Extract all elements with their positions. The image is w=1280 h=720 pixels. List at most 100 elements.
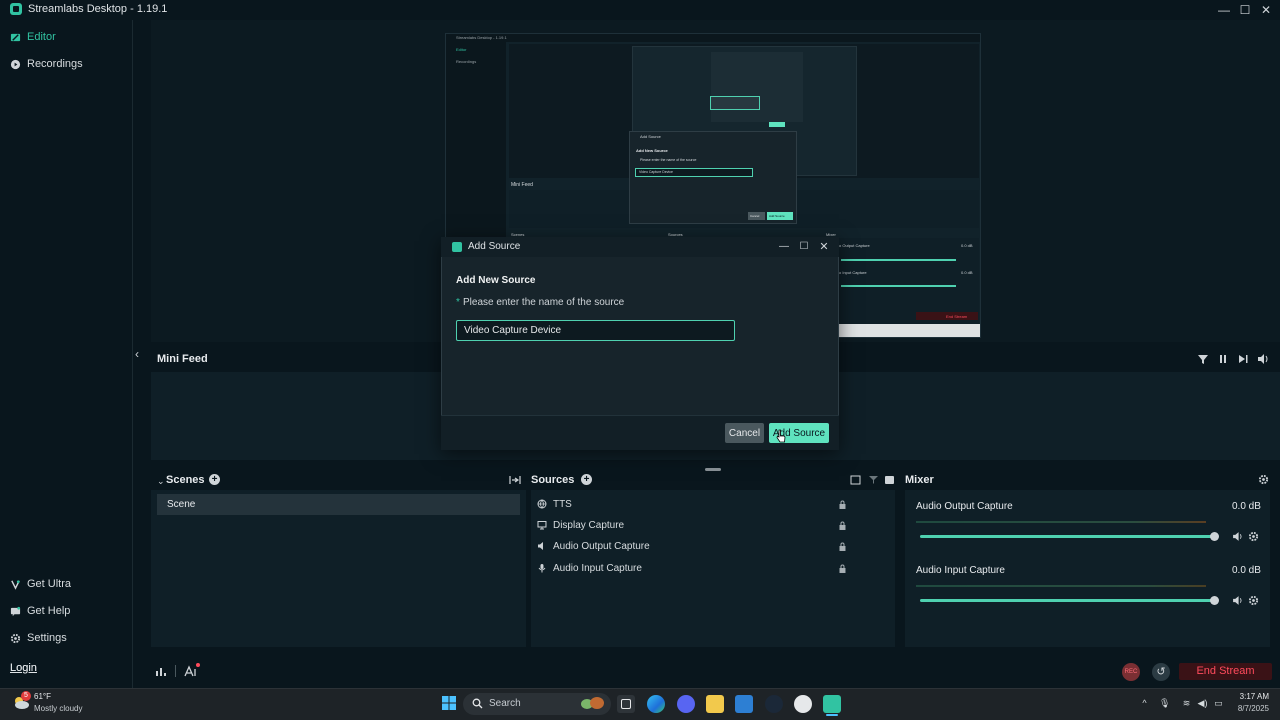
clock-time[interactable]: 3:17 AM <box>1233 692 1269 701</box>
recordings-icon <box>10 59 21 69</box>
streamlabs-logo-icon <box>452 242 462 252</box>
close-button[interactable]: ✕ <box>1256 2 1276 18</box>
chevron-down-icon[interactable]: ⌄ <box>157 476 165 487</box>
skip-icon[interactable] <box>1237 353 1249 365</box>
alert-box-icon[interactable] <box>184 663 200 678</box>
speaker-icon[interactable] <box>1232 531 1243 542</box>
sidebar-item-get-help[interactable]: Get Help <box>10 603 70 619</box>
dialog-heading: Add New Source <box>456 275 536 286</box>
maximize-button[interactable]: ☐ <box>1235 2 1255 18</box>
divider <box>175 665 176 677</box>
dialog-maximize-button[interactable]: ☐ <box>794 239 814 255</box>
sidebar-item-recordings[interactable]: Recordings <box>10 56 83 72</box>
microphone-icon[interactable]: 🎙 <box>1159 698 1170 709</box>
sidebar-item-label: Editor <box>27 31 56 43</box>
logitech-g-hub-icon[interactable] <box>794 695 812 713</box>
source-name-input[interactable] <box>456 320 735 341</box>
battery-icon[interactable]: ▭ <box>1213 698 1224 709</box>
volume-slider-knob[interactable] <box>1210 532 1219 541</box>
scene-transitions-icon[interactable] <box>509 475 521 485</box>
login-link[interactable]: Login <box>10 662 37 674</box>
speaker-icon[interactable] <box>1232 595 1243 606</box>
nested-title: Streamlabs Desktop - 1.19.1 <box>456 35 507 40</box>
scene-row[interactable] <box>157 494 520 515</box>
edge-browser-icon[interactable] <box>647 695 665 713</box>
streamlabs-taskbar-icon[interactable] <box>823 695 841 713</box>
source-name-label: Please enter the name of the source <box>463 297 625 308</box>
mouse-cursor-icon <box>776 429 786 443</box>
performance-stats-icon[interactable] <box>155 665 167 677</box>
sidebar-item-settings[interactable]: Settings <box>10 630 67 646</box>
nested-dialog-cancel: Cancel <box>750 214 760 218</box>
lock-icon[interactable] <box>838 500 847 509</box>
source-item-audio-output[interactable]: Audio Output Capture <box>537 536 847 556</box>
lock-icon[interactable] <box>838 542 847 551</box>
windows-start-icon[interactable] <box>441 695 457 711</box>
search-icon <box>472 698 483 709</box>
add-source-button[interactable]: + <box>581 474 592 485</box>
sidebar-item-get-ultra[interactable]: Get Ultra <box>10 576 71 592</box>
dialog-close-button[interactable]: ✕ <box>814 239 834 255</box>
scene-label: Scene <box>167 499 196 510</box>
globe-icon <box>537 499 547 509</box>
cancel-button[interactable]: Cancel <box>725 423 764 443</box>
dialog-minimize-button[interactable]: — <box>774 239 794 255</box>
wifi-icon[interactable]: ≋ <box>1181 698 1192 709</box>
mixer-channel-db: 0.0 dB <box>1232 501 1261 512</box>
minimize-button[interactable]: — <box>1214 2 1234 18</box>
source-item-display-capture[interactable]: Display Capture <box>537 515 847 535</box>
tray-overflow-chevron-icon[interactable]: ^ <box>1139 698 1150 709</box>
pause-icon[interactable] <box>1217 353 1229 365</box>
search-highlight-icon <box>581 697 604 709</box>
nested-mixer-db-2: 0.0 dB <box>961 270 973 275</box>
audio-meter <box>916 521 1206 523</box>
mixer-channel-db: 0.0 dB <box>1232 565 1261 576</box>
source-label: Audio Input Capture <box>552 562 642 574</box>
nested-nav-recordings: Recordings <box>456 59 477 64</box>
nested-dialog-prompt: Please enter the name of the source <box>640 158 697 162</box>
sources-title: Sources <box>531 474 575 486</box>
microsoft-store-icon[interactable] <box>735 695 753 713</box>
steam-icon[interactable] <box>765 695 783 713</box>
clock-date[interactable]: 8/7/2025 <box>1227 704 1269 713</box>
volume-slider-track[interactable] <box>920 535 1216 538</box>
source-label: Display Capture <box>552 519 625 531</box>
replay-buffer-icon[interactable]: ↺ <box>1152 663 1170 681</box>
gear-icon[interactable] <box>1258 474 1269 485</box>
task-view-icon[interactable] <box>617 695 635 713</box>
collapse-sidebar-chevron-icon[interactable]: ‹ <box>135 347 139 361</box>
resize-handle[interactable] <box>705 468 721 471</box>
source-properties-icon[interactable] <box>884 475 895 485</box>
taskbar-search-placeholder: Search <box>489 698 521 709</box>
source-item-tts[interactable]: TTS <box>537 494 847 514</box>
source-label: Audio Output Capture <box>552 540 650 552</box>
nested-end-stream: End Stream <box>946 314 968 319</box>
ultra-icon <box>11 579 20 590</box>
help-icon <box>10 606 21 616</box>
volume-slider-knob[interactable] <box>1210 596 1219 605</box>
gear-icon[interactable] <box>1248 595 1259 606</box>
end-stream-button[interactable]: End Stream <box>1179 663 1272 680</box>
filter-icon[interactable] <box>1197 353 1209 365</box>
sidebar-item-label: Get Ultra <box>27 578 72 590</box>
volume-icon[interactable]: ◀) <box>1197 698 1208 709</box>
lock-icon[interactable] <box>838 564 847 573</box>
nested-dialog-title: Add Source <box>640 134 661 139</box>
volume-slider-track[interactable] <box>920 599 1216 602</box>
editor-icon <box>10 33 21 41</box>
lock-icon[interactable] <box>838 521 847 530</box>
record-button[interactable]: REC <box>1122 663 1140 681</box>
gear-icon[interactable] <box>1248 531 1259 542</box>
sidebar-item-label: Settings <box>27 632 67 644</box>
source-group-icon[interactable] <box>850 475 861 485</box>
audio-meter <box>916 585 1206 587</box>
title-bar <box>0 0 1280 20</box>
volume-icon[interactable] <box>1257 353 1269 365</box>
sidebar-item-editor[interactable]: Editor <box>10 29 56 45</box>
add-scene-button[interactable]: + <box>209 474 220 485</box>
discord-icon[interactable] <box>677 695 695 713</box>
source-filters-icon[interactable] <box>868 475 879 485</box>
monitor-icon <box>537 521 547 530</box>
source-item-audio-input[interactable]: Audio Input Capture <box>537 558 847 578</box>
file-explorer-icon[interactable] <box>706 695 724 713</box>
